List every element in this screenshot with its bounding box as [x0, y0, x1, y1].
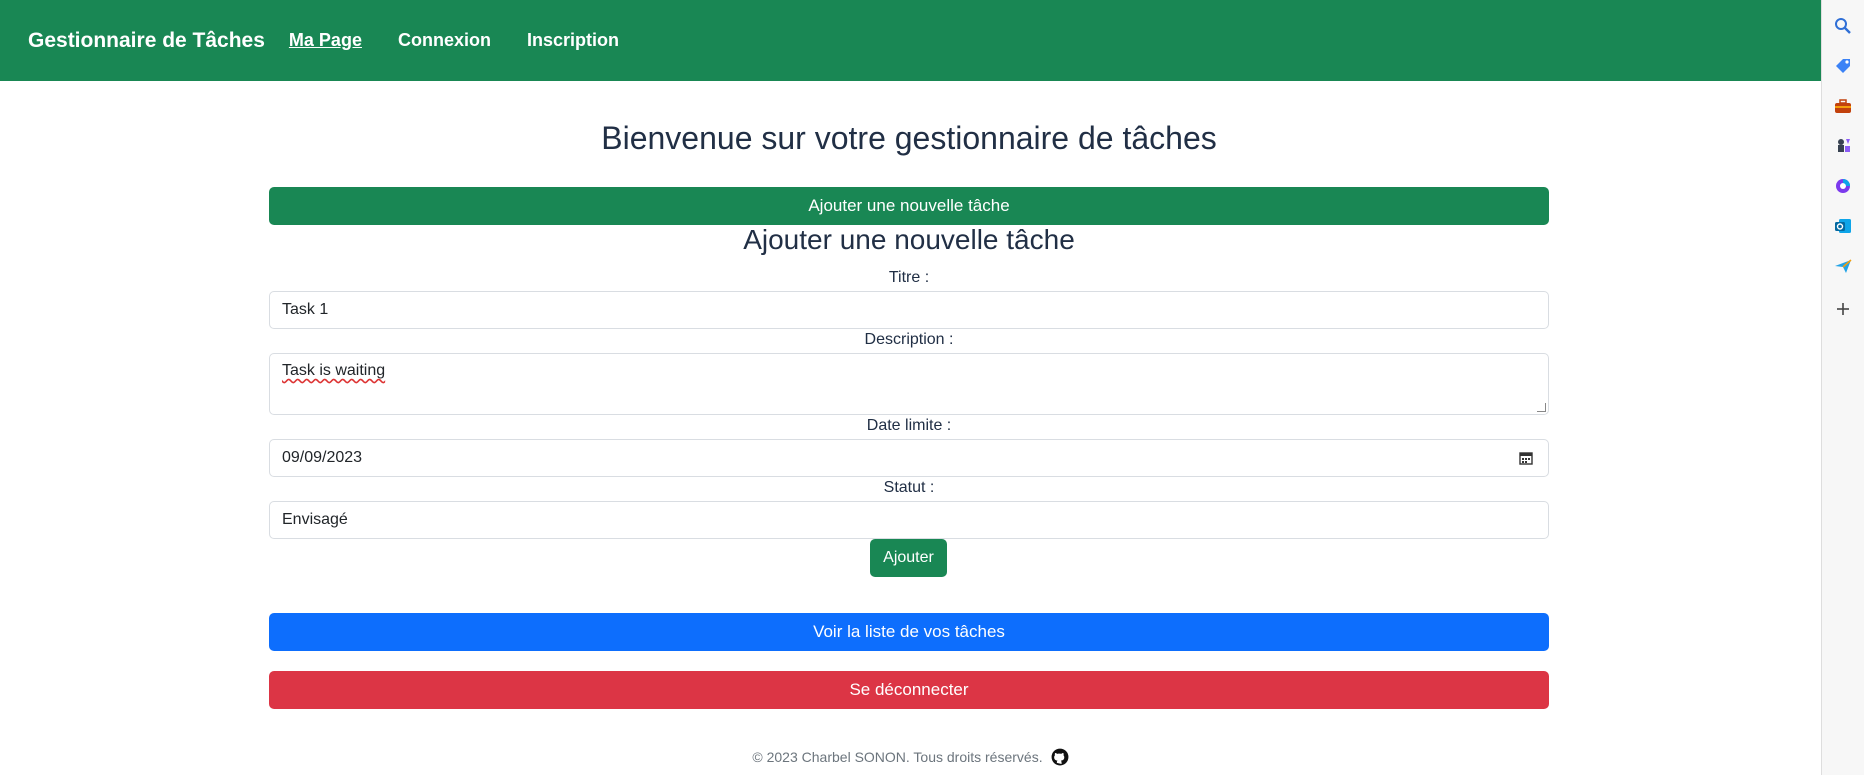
- plus-icon[interactable]: [1833, 299, 1853, 319]
- add-new-task-button[interactable]: Ajouter une nouvelle tâche: [269, 187, 1549, 225]
- outlook-icon[interactable]: [1833, 216, 1853, 236]
- navbar: Gestionnaire de Tâches Ma Page Connexion…: [0, 0, 1821, 81]
- send-icon[interactable]: [1833, 256, 1853, 276]
- footer-text: © 2023 Charbel SONON. Tous droits réserv…: [752, 749, 1043, 765]
- page-title: Bienvenue sur votre gestionnaire de tâch…: [601, 120, 1217, 156]
- status-field[interactable]: Envisagé: [269, 501, 1549, 539]
- description-value: Task is waiting: [282, 362, 386, 379]
- page: Gestionnaire de Tâches Ma Page Connexion…: [0, 0, 1821, 775]
- browser-sidebar: [1821, 0, 1864, 775]
- deadline-value: 09/09/2023: [282, 449, 363, 466]
- status-label: Statut :: [883, 479, 935, 496]
- deadline-date-input[interactable]: 09/09/2023: [269, 439, 1549, 477]
- title-value: Task 1: [282, 301, 329, 318]
- tag-icon[interactable]: [1833, 56, 1853, 76]
- chess-icon[interactable]: [1833, 136, 1853, 156]
- search-icon[interactable]: [1833, 16, 1853, 36]
- office-icon[interactable]: [1833, 176, 1853, 196]
- nav-link-inscription[interactable]: Inscription: [527, 30, 619, 51]
- title-label: Titre :: [888, 269, 930, 286]
- status-value: Envisagé: [282, 511, 348, 528]
- title-field[interactable]: Task 1: [269, 291, 1549, 329]
- nav-link-connexion[interactable]: Connexion: [398, 30, 491, 51]
- form-heading: Ajouter une nouvelle tâche: [743, 224, 1075, 255]
- logout-button[interactable]: Se déconnecter: [269, 671, 1549, 709]
- toolbox-icon[interactable]: [1833, 96, 1853, 116]
- resize-handle[interactable]: [1537, 403, 1546, 412]
- deadline-label: Date limite :: [866, 417, 952, 434]
- description-label: Description :: [864, 331, 954, 348]
- description-textarea[interactable]: Task is waiting: [269, 353, 1549, 415]
- github-icon[interactable]: [1051, 748, 1069, 766]
- footer: © 2023 Charbel SONON. Tous droits réserv…: [0, 748, 1821, 766]
- nav-link-ma-page[interactable]: Ma Page: [289, 30, 362, 51]
- submit-button[interactable]: Ajouter: [870, 539, 947, 577]
- view-task-list-button[interactable]: Voir la liste de vos tâches: [269, 613, 1549, 651]
- brand-title[interactable]: Gestionnaire de Tâches: [28, 29, 265, 53]
- calendar-icon[interactable]: [1518, 450, 1534, 466]
